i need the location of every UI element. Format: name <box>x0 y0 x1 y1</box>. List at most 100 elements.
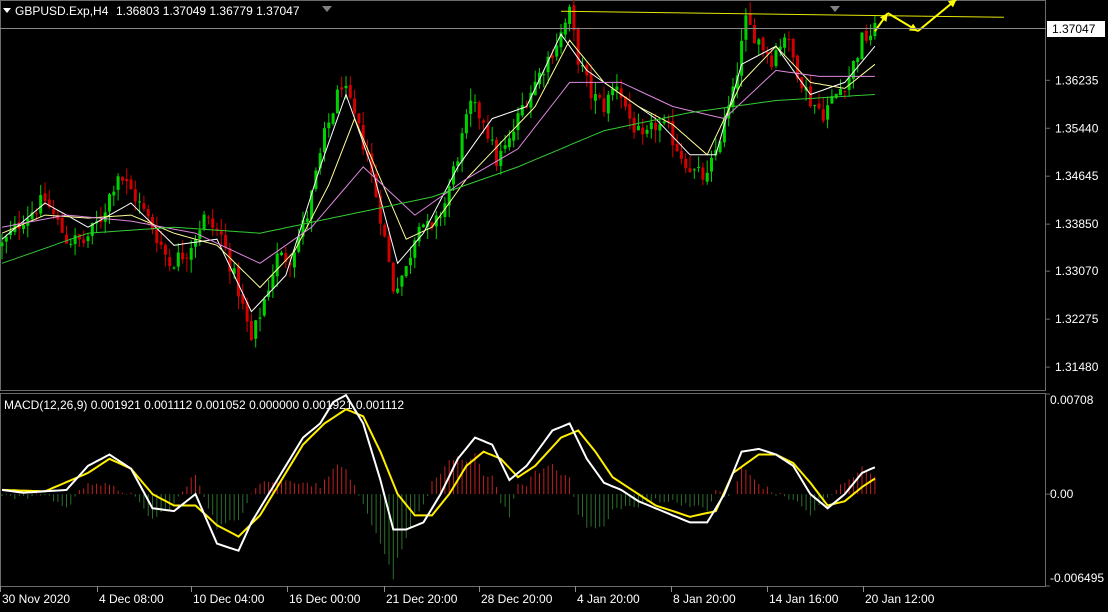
candle-body <box>808 86 812 107</box>
price-tick-label: 1.34645 <box>1055 169 1099 183</box>
candle-body <box>649 122 653 130</box>
candle-body <box>701 167 705 180</box>
candle-body <box>791 38 795 58</box>
candle-body <box>774 50 778 66</box>
candle-body <box>357 113 361 124</box>
candle-body <box>108 194 111 212</box>
time-tick-label: 4 Jan 20:00 <box>577 592 640 606</box>
candle-body <box>340 87 344 90</box>
candle-body <box>86 236 90 241</box>
candle-body <box>589 73 593 99</box>
candle-body <box>821 109 825 121</box>
candle-body <box>761 37 765 51</box>
candle-body <box>740 40 744 76</box>
candle-body <box>464 114 468 134</box>
candle-body <box>52 209 56 215</box>
candle-body <box>710 157 713 172</box>
candle-body <box>254 320 258 339</box>
candle-body <box>323 128 326 153</box>
candle-body <box>869 35 873 41</box>
candle-body <box>490 139 494 141</box>
candle-body <box>404 266 408 277</box>
candle-body <box>142 203 146 209</box>
candle-body <box>593 94 597 101</box>
candle <box>383 222 387 238</box>
price-tick-label: 1.36235 <box>1055 73 1099 87</box>
candle-body <box>641 127 645 135</box>
candle-body <box>783 37 787 48</box>
candle-body <box>813 105 817 107</box>
candle-body <box>697 166 701 169</box>
candle-body <box>327 122 331 129</box>
candle-body <box>0 242 4 247</box>
current-price-label: 1.37047 <box>1052 22 1096 36</box>
candle-body <box>60 217 64 233</box>
candle-body <box>507 138 511 148</box>
candle-body <box>129 179 133 190</box>
candle-body <box>391 262 395 292</box>
candle-body <box>43 193 47 202</box>
macd-title: MACD(12,26,9) 0.001921 0.001112 0.001052… <box>4 398 404 412</box>
candle-body <box>146 209 150 217</box>
candle-body <box>684 158 688 169</box>
candle-body <box>503 145 507 149</box>
candle-body <box>606 94 610 114</box>
candle-body <box>486 125 490 139</box>
time-tick-label: 4 Dec 08:00 <box>99 592 164 606</box>
candle <box>391 261 395 294</box>
candle-body <box>817 103 821 109</box>
candle-body <box>353 98 357 114</box>
candle-body <box>477 102 481 119</box>
candle-body <box>280 252 283 255</box>
candle-body <box>400 275 404 287</box>
candle-body <box>125 178 129 182</box>
candle-body <box>482 120 486 123</box>
candle-body <box>116 176 120 190</box>
candle-body <box>598 95 602 98</box>
candle-body <box>856 58 860 63</box>
candle-body <box>636 125 640 131</box>
candle-body <box>219 231 223 235</box>
trading-chart-window[interactable]: GBPUSD.Exp,H4 1.36803 1.37049 1.36779 1.… <box>0 0 1108 607</box>
candle-body <box>181 252 185 260</box>
candle-body <box>133 189 137 202</box>
candle-body <box>550 55 554 58</box>
candle-body <box>189 247 193 260</box>
candle-body <box>658 124 662 131</box>
candle-body <box>748 14 752 25</box>
candle-body <box>843 91 847 93</box>
candle-body <box>163 245 167 255</box>
candle-body <box>348 85 352 98</box>
candle-body <box>460 133 464 162</box>
candle-body <box>516 113 520 131</box>
candle-body <box>692 169 696 171</box>
time-tick-label: 20 Jan 12:00 <box>865 592 935 606</box>
candle-body <box>224 235 228 248</box>
candle-body <box>305 218 309 222</box>
chart-canvas[interactable]: GBPUSD.Exp,H4 1.36803 1.37049 1.36779 1.… <box>0 0 1108 607</box>
candle-body <box>469 100 473 114</box>
candle-body <box>383 224 387 237</box>
price-tick-label: 1.35440 <box>1055 121 1099 135</box>
candle-body <box>753 24 756 44</box>
time-tick-label: 8 Jan 20:00 <box>673 592 736 606</box>
candle-body <box>112 191 116 196</box>
candle-body <box>512 131 516 141</box>
candle-body <box>770 55 774 67</box>
candle-body <box>65 234 68 244</box>
candle-body <box>520 105 524 116</box>
candle <box>860 31 864 60</box>
candle-body <box>744 15 748 40</box>
candle-body <box>194 239 197 247</box>
candle-body <box>202 214 206 230</box>
candle-body <box>258 317 262 319</box>
candle-body <box>34 213 38 215</box>
time-tick-label: 16 Dec 00:00 <box>289 592 361 606</box>
time-tick-label: 30 Nov 2020 <box>2 592 70 606</box>
candle-body <box>473 102 477 104</box>
candle-body <box>159 241 163 245</box>
candle-body <box>662 121 666 124</box>
candle-body <box>172 267 176 269</box>
macd-tick-label: -0.006495 <box>1050 571 1104 585</box>
candle-body <box>572 5 576 31</box>
